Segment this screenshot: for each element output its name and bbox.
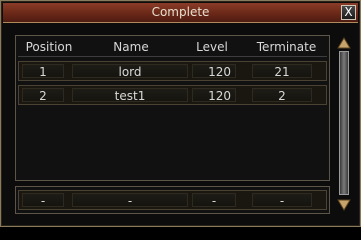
own-position: - <box>22 193 64 208</box>
row-name: test1 <box>72 88 188 103</box>
own-terminate: - <box>252 193 312 208</box>
table-row[interactable]: 2 test1 120 2 <box>18 85 327 105</box>
column-header-position: Position <box>25 40 73 54</box>
own-level: - <box>192 193 236 208</box>
column-header-level: Level <box>196 40 228 54</box>
triangle-down-icon <box>337 199 351 211</box>
window-title: Complete <box>151 5 210 19</box>
table-row[interactable]: 1 lord 120 21 <box>18 61 327 81</box>
titlebar: Complete X <box>3 3 358 23</box>
column-header-terminate: Terminate <box>256 40 317 54</box>
scrollbar-thumb[interactable] <box>339 51 349 195</box>
own-ranking-row: - - - - <box>18 190 327 210</box>
row-terminate: 21 <box>252 64 312 79</box>
row-position: 1 <box>22 64 64 79</box>
triangle-up-icon <box>337 37 351 49</box>
own-name: - <box>72 193 188 208</box>
close-button[interactable]: X <box>341 5 356 20</box>
row-level: 120 <box>192 64 236 79</box>
header-divider <box>18 56 327 57</box>
scroll-up-button[interactable] <box>337 37 351 49</box>
row-name: lord <box>72 64 188 79</box>
column-header-name: Name <box>113 40 149 54</box>
row-position: 2 <box>22 88 64 103</box>
row-terminate: 2 <box>252 88 312 103</box>
row-level: 120 <box>192 88 236 103</box>
complete-window: Complete X Position Name Level Terminate… <box>0 0 361 227</box>
close-icon: X <box>344 5 353 19</box>
scroll-down-button[interactable] <box>337 199 351 211</box>
